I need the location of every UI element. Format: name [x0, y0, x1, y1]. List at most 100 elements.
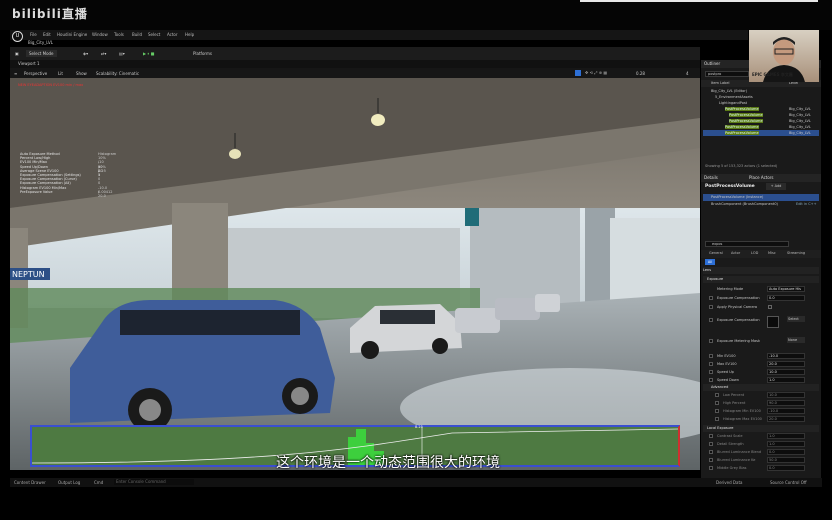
menu-edit[interactable]: Edit [43, 32, 51, 37]
cmd-button[interactable]: Cmd [94, 480, 103, 485]
menu-select[interactable]: Select [148, 32, 160, 37]
section-lens: Lens [703, 267, 819, 274]
viewport-tab-bar: Viewport 1 [10, 60, 700, 68]
prop-row: Detail Strength 1.0 [703, 440, 819, 448]
platforms-button[interactable]: Platforms [190, 50, 215, 57]
prop-value[interactable]: Auto Exposure His [767, 286, 805, 292]
outliner-search-input[interactable]: postpro [705, 71, 749, 77]
details-object-name: PostProcessVolume [705, 184, 755, 189]
right-panel: Outliner postpro Item Label Level Big_Ci… [701, 60, 821, 478]
prop-row-mask: Exposure Metering Mask None [703, 337, 819, 351]
menu-build[interactable]: Build [132, 32, 142, 37]
play-icon[interactable]: ▶ ⏸ ■ [140, 50, 157, 57]
tab-actor[interactable]: Actor [729, 250, 742, 257]
output-log-button[interactable]: Output Log [58, 480, 80, 485]
derived-data-button[interactable]: Derived Data [716, 480, 743, 485]
edit-cpp-link[interactable]: Edit in C++ [796, 202, 817, 206]
details-header: Details Place Actors [701, 174, 821, 182]
show-button[interactable]: Show [76, 71, 87, 76]
tab-all[interactable]: All [705, 259, 715, 265]
level-viewport[interactable]: NEPTUN [10, 78, 700, 470]
main-toolbar: ▣ Select Mode ◈▾ ⇄▾ ▤▾ ▶ ⏸ ■ Platforms [10, 47, 700, 60]
scalability-button[interactable]: Scalability: Cinematic [96, 71, 139, 76]
prop-row-curve: Exposure Compensation Select [703, 316, 819, 332]
prop-value[interactable]: 10.0 [767, 369, 805, 375]
curve-select-dropdown[interactable]: Select [787, 316, 805, 322]
prop-value[interactable]: 0.0 [767, 295, 805, 301]
outliner-footer: Showing 5 of 153,323 actors (1 selected) [705, 164, 778, 168]
menu-window[interactable]: Window [92, 32, 108, 37]
source-control-button[interactable]: Source Control Off [770, 480, 807, 485]
prop-value[interactable]: 1.0 [767, 433, 805, 439]
section-local-exposure: Local Exposure [703, 425, 819, 432]
prop-value[interactable]: 10.0 [767, 392, 805, 398]
tab-general[interactable]: General [707, 250, 725, 257]
viewport-tab[interactable]: Viewport 1 [18, 61, 40, 66]
outliner-row-selected[interactable]: PostProcessVolume Big_City_LVL [703, 130, 819, 136]
hamburger-icon[interactable]: ≡ [14, 71, 17, 76]
add-component-button[interactable]: + Add [766, 183, 786, 190]
status-bar: Content Drawer Output Log Cmd Enter Cons… [10, 478, 822, 487]
video-subtitle: 这个环境是一个动态范围很大的环境 [276, 455, 500, 471]
perspective-button[interactable]: Perspective [24, 71, 47, 76]
details-search-input[interactable]: expos [705, 241, 789, 247]
neptun-billboard: NEPTUN [12, 270, 45, 279]
prop-value[interactable]: 90.0 [767, 400, 805, 406]
prop-value[interactable]: -10.0 [767, 408, 805, 414]
menu-help[interactable]: Help [185, 32, 194, 37]
transform-tools-icon[interactable]: ✥ ⟲ ⤢ ⊕ ▦ [585, 70, 607, 75]
prop-row: Histogram Min EV100 -10.0 [703, 407, 819, 415]
prop-row: Histogram Max EV100 20.0 [703, 415, 819, 423]
scene-render: NEPTUN [10, 78, 700, 470]
menu-tools[interactable]: Tools [114, 32, 124, 37]
select-mode-button[interactable]: Select Mode [26, 50, 57, 57]
camera-speed-count[interactable]: 4 [686, 71, 689, 76]
prop-value[interactable]: 50.0 [767, 457, 805, 463]
checkbox[interactable] [768, 305, 772, 309]
blue-van [70, 300, 335, 432]
menu-actor[interactable]: Actor [167, 32, 178, 37]
stream-progress-bar [580, 0, 818, 2]
content-drawer-button[interactable]: Content Drawer [14, 480, 46, 485]
prop-value[interactable]: 20.0 [767, 361, 805, 367]
blueprint-icon[interactable]: ⇄▾ [98, 50, 109, 57]
stat-row: PreExposure Value 0.00412 [20, 189, 113, 194]
tab-streaming[interactable]: Streaming [785, 250, 807, 257]
camera-speed-value[interactable]: 0.28 [636, 71, 645, 76]
mask-select-dropdown[interactable]: None [787, 337, 805, 343]
prop-row: Speed Up 10.0 [703, 368, 819, 376]
save-icon[interactable]: ▣ [12, 50, 22, 57]
menu-bar: File Edit Houdini Engine Window Tools Bu… [10, 30, 748, 40]
curve-thumbnail[interactable] [767, 316, 779, 328]
prop-row: Apply Physical Camera [703, 303, 819, 311]
tab-misc[interactable]: Misc [766, 250, 778, 257]
prop-row: Contrast Scale 1.0 [703, 432, 819, 440]
webcam-label: EPIC GAMES 李文磊 [752, 72, 793, 77]
cinematics-icon[interactable]: ▤▾ [116, 50, 128, 57]
section-exposure: Exposure [703, 276, 819, 283]
prop-value[interactable]: 0.0 [767, 465, 805, 471]
prop-row: High Percent 90.0 [703, 399, 819, 407]
component-brush[interactable]: BrushComponent (BrushComponent0) [711, 202, 778, 206]
prop-row: Blurred Luminance Blend 0.0 [703, 448, 819, 456]
menu-file[interactable]: File [30, 32, 37, 37]
component-instance[interactable]: PostProcessVolume (Instance) [703, 194, 819, 201]
prop-value[interactable]: 20.0 [767, 416, 805, 422]
prop-row: Metering Mode Auto Exposure His [703, 285, 819, 293]
prop-value[interactable]: 0.0 [767, 449, 805, 455]
prop-value[interactable]: 1.0 [767, 441, 805, 447]
console-input[interactable]: Enter Console Command [114, 479, 194, 485]
project-tab[interactable]: Big_City_LVL [28, 40, 53, 47]
prop-row: Exposure Compensation 0.0 [703, 294, 819, 302]
exposure-stats-overlay: Auto Exposure Method Histogram Percent Lo… [20, 152, 116, 198]
prop-value[interactable]: 1.0 [767, 377, 805, 383]
prop-row: Low Percent 10.0 [703, 391, 819, 399]
lit-button[interactable]: Lit [58, 71, 63, 76]
prop-row: Min EV100 -10.0 [703, 352, 819, 360]
prop-value[interactable]: -10.0 [767, 353, 805, 359]
tab-lod[interactable]: LOD [749, 250, 760, 257]
translate-icon[interactable] [575, 70, 581, 76]
add-actor-icon[interactable]: ◈▾ [80, 50, 91, 57]
prop-row: Max EV100 20.0 [703, 360, 819, 368]
menu-houdini[interactable]: Houdini Engine [57, 32, 87, 37]
